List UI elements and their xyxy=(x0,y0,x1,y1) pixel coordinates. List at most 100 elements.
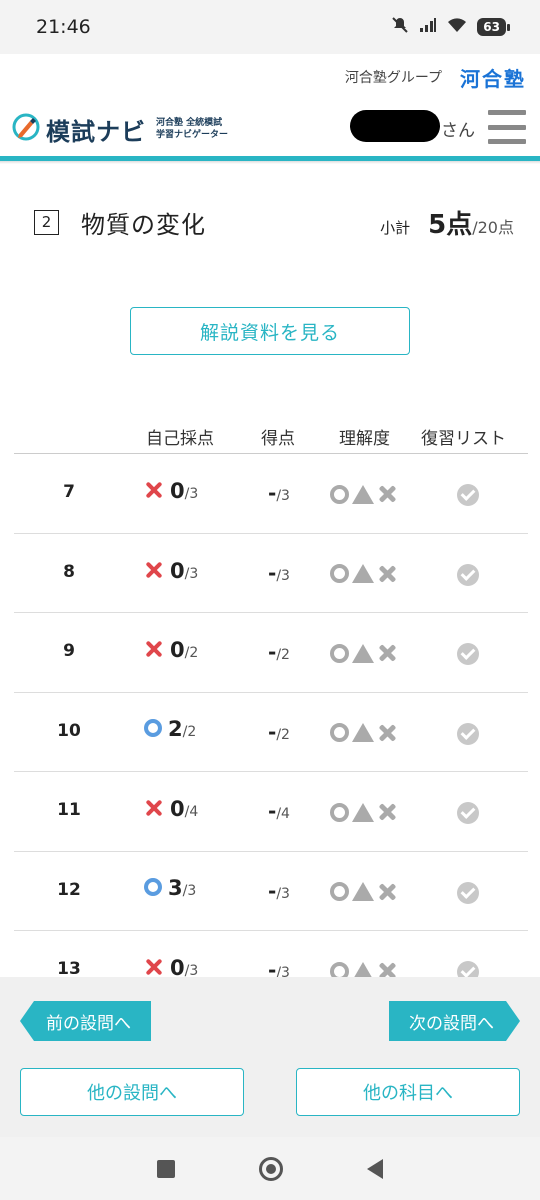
review-check-icon[interactable] xyxy=(457,881,479,904)
understanding-selector xyxy=(330,961,397,977)
score-max: /4 xyxy=(276,806,290,822)
circle-icon[interactable] xyxy=(330,802,349,822)
score: -/3 xyxy=(268,958,290,977)
question-title: 物質の変化 xyxy=(81,210,206,239)
self-score-max: /2 xyxy=(184,645,199,661)
triangle-icon[interactable] xyxy=(352,564,374,583)
triangle-icon[interactable] xyxy=(352,882,374,901)
battery-icon: 63 xyxy=(477,18,510,36)
correct-icon xyxy=(144,877,162,896)
table-row: 13 0/3 -/3 xyxy=(14,931,528,977)
user-suffix: さん xyxy=(441,121,475,141)
footer-nav: 前の設問へ 次の設問へ 他の設問へ 他の科目へ xyxy=(0,977,540,1137)
score-value: - xyxy=(268,640,277,664)
status-time: 21:46 xyxy=(36,16,91,38)
col-score: 得点 xyxy=(261,429,295,449)
triangle-icon[interactable] xyxy=(352,643,374,663)
score-value: - xyxy=(268,878,277,903)
table-row: 10 2/2 -/2 xyxy=(14,693,528,772)
self-score-max: /3 xyxy=(184,565,199,582)
circle-icon[interactable] xyxy=(330,564,349,583)
self-score[interactable]: 0/2 xyxy=(144,637,198,662)
menu-icon[interactable] xyxy=(488,110,526,144)
understanding-selector xyxy=(330,564,397,584)
back-icon[interactable] xyxy=(367,1158,383,1179)
self-score[interactable]: 0/3 xyxy=(144,955,198,977)
score: -/4 xyxy=(268,799,290,823)
table-row: 11 0/4 -/4 xyxy=(14,772,528,852)
row-number: 12 xyxy=(57,879,81,900)
score-value: - xyxy=(268,799,277,823)
subtotal: 小計 5点 /20点 xyxy=(380,204,514,241)
row-number: 9 xyxy=(63,641,75,661)
correct-icon xyxy=(144,718,162,737)
other-question-button[interactable]: 他の設問へ xyxy=(20,1068,244,1116)
row-number: 13 xyxy=(57,959,81,977)
circle-icon[interactable] xyxy=(330,643,349,663)
cross-icon[interactable] xyxy=(377,564,397,584)
self-score-value: 0 xyxy=(170,956,185,977)
recent-apps-icon[interactable] xyxy=(157,1159,175,1178)
review-check-icon[interactable] xyxy=(457,722,479,745)
cross-icon[interactable] xyxy=(377,802,397,822)
review-check-icon[interactable] xyxy=(457,563,479,586)
self-score-max: /3 xyxy=(182,882,197,899)
cross-icon[interactable] xyxy=(377,961,397,977)
circle-icon[interactable] xyxy=(330,882,349,901)
score-max: /2 xyxy=(276,726,290,743)
self-score[interactable]: 3/3 xyxy=(144,876,196,900)
cross-icon[interactable] xyxy=(377,882,397,902)
score-value: - xyxy=(268,719,277,744)
review-check-icon[interactable] xyxy=(457,643,479,665)
logo-sub-line1: 河合塾 全統模試 xyxy=(156,118,223,128)
signal-icon xyxy=(419,17,437,37)
triangle-icon[interactable] xyxy=(352,961,374,977)
score-value: - xyxy=(268,481,277,505)
logo-subtitle: 河合塾 全統模試 学習ナビゲーター xyxy=(156,117,228,141)
moshi-navi-logo[interactable]: 模試ナビ 河合塾 全統模試 学習ナビゲーター xyxy=(12,112,228,147)
view-explanation-button[interactable]: 解説資料を見る xyxy=(130,307,410,355)
subtotal-total: /20点 xyxy=(472,217,514,237)
question-rows: 7 0/3 -/3 8 0/3 -/3 9 0/2 -/2 10 2/2 -/2… xyxy=(14,454,528,977)
score: -/3 xyxy=(268,879,290,903)
table-row: 9 0/2 -/2 xyxy=(14,613,528,693)
score: -/2 xyxy=(268,640,290,664)
score-max: /3 xyxy=(276,488,290,504)
cross-icon[interactable] xyxy=(377,484,397,504)
prev-question-button[interactable]: 前の設問へ xyxy=(20,1001,151,1041)
triangle-icon[interactable] xyxy=(352,484,374,504)
pencil-logo-icon xyxy=(12,113,40,145)
self-score[interactable]: 0/3 xyxy=(144,478,198,503)
self-score[interactable]: 0/4 xyxy=(144,796,198,821)
home-icon[interactable] xyxy=(259,1156,283,1181)
self-score[interactable]: 2/2 xyxy=(144,717,196,741)
triangle-icon[interactable] xyxy=(352,723,374,742)
logo-title: 模試ナビ xyxy=(46,117,146,146)
wrong-icon xyxy=(144,560,164,580)
circle-icon[interactable] xyxy=(330,961,349,977)
kawaijuku-logo[interactable]: 河合塾 xyxy=(460,63,526,92)
review-check-icon[interactable] xyxy=(457,961,479,977)
self-score-value: 0 xyxy=(170,558,185,583)
circle-icon[interactable] xyxy=(330,484,349,504)
wrong-icon xyxy=(144,957,164,977)
understanding-selector xyxy=(330,723,397,743)
self-score[interactable]: 0/3 xyxy=(144,558,198,583)
circle-icon[interactable] xyxy=(330,723,349,742)
cross-icon[interactable] xyxy=(377,643,397,663)
triangle-icon[interactable] xyxy=(352,802,374,822)
review-check-icon[interactable] xyxy=(457,802,479,824)
score: -/3 xyxy=(268,481,290,505)
table-header: 自己採点 得点 理解度 復習リスト xyxy=(14,420,528,454)
score-max: /3 xyxy=(276,567,290,584)
group-bar: 河合塾グループ 河合塾 xyxy=(0,54,540,100)
other-subject-button[interactable]: 他の科目へ xyxy=(296,1068,520,1116)
question-number: 2 xyxy=(34,209,59,235)
self-score-max: /2 xyxy=(182,723,197,740)
self-score-max: /3 xyxy=(184,963,199,977)
self-score-value: 0 xyxy=(170,479,185,503)
logo-sub-line2: 学習ナビゲーター xyxy=(156,130,229,140)
next-question-button[interactable]: 次の設問へ xyxy=(389,1001,520,1041)
review-check-icon[interactable] xyxy=(457,484,479,506)
cross-icon[interactable] xyxy=(377,723,397,743)
